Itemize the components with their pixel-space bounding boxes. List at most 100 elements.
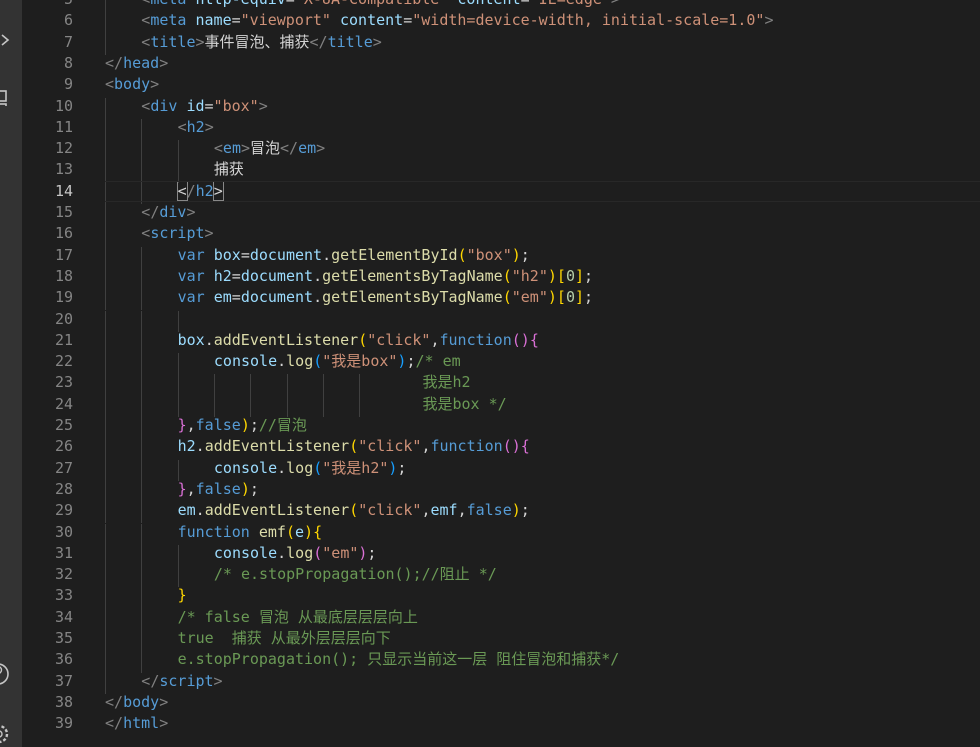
code-line[interactable]: </div> xyxy=(141,202,195,223)
code-line[interactable]: /* e.stopPropagation();//阻止 */ xyxy=(214,564,497,585)
code-token: ) xyxy=(547,288,557,307)
code-line[interactable]: <meta name="viewport" content="width=dev… xyxy=(141,10,773,31)
code-token: [ xyxy=(556,266,566,285)
code-token: document xyxy=(240,266,314,285)
code-line[interactable]: /* false 冒泡 从最底层层层向上 xyxy=(178,607,418,628)
code-token: ) xyxy=(511,501,521,520)
code-token: meta xyxy=(150,0,186,8)
code-line[interactable]: true 捕获 从最外层层层向下 xyxy=(178,628,391,649)
code-line[interactable]: },false); xyxy=(178,479,259,500)
code-token: = xyxy=(204,96,214,115)
code-token: 捕获 xyxy=(213,160,244,179)
code-line[interactable]: var h2=document.getElementsByTagName("h2… xyxy=(178,266,593,287)
code-token: > xyxy=(204,117,214,136)
current-line-highlight xyxy=(105,180,980,202)
files-icon[interactable] xyxy=(0,90,14,106)
settings-gear-icon[interactable] xyxy=(0,720,14,747)
line-number: 7 xyxy=(63,32,73,51)
code-token: 我是box */ xyxy=(395,394,507,413)
code-line[interactable]: 我是h2 xyxy=(395,372,470,393)
code-line[interactable]: function emf(e){ xyxy=(178,522,323,543)
code-token: > xyxy=(258,96,268,115)
code-token: ) xyxy=(304,522,314,541)
chevron-right-icon[interactable] xyxy=(0,33,14,49)
code-line[interactable]: </html> xyxy=(105,713,168,734)
code-line[interactable]: console.log("我是box");/* em xyxy=(214,351,461,372)
code-token: em xyxy=(222,139,241,158)
code-token: "X-UA-Compatible" xyxy=(295,0,449,8)
line-number: 22 xyxy=(54,352,73,371)
code-token: var xyxy=(177,266,205,285)
code-token: "click" xyxy=(358,501,422,520)
code-token: "IE=edge" xyxy=(530,0,611,8)
code-line[interactable]: } xyxy=(178,585,187,606)
code-editor[interactable]: <meta http-equiv="X-UA-Compatible" conte… xyxy=(105,0,980,747)
code-line[interactable]: <meta http-equiv="X-UA-Compatible" conte… xyxy=(141,0,620,10)
account-icon[interactable] xyxy=(0,660,14,688)
code-token: "em" xyxy=(511,288,548,307)
code-line[interactable]: 捕获 xyxy=(214,159,244,180)
code-line[interactable]: 我是box */ xyxy=(395,394,506,415)
code-token: /* em xyxy=(415,352,461,371)
code-line[interactable]: var em=document.getElementsByTagName("em… xyxy=(178,287,593,308)
code-token: "click" xyxy=(367,330,431,349)
code-token: , xyxy=(430,330,440,349)
code-line[interactable]: </head> xyxy=(105,53,168,74)
code-line[interactable]: <script> xyxy=(141,223,213,244)
code-token: ; xyxy=(367,543,377,562)
code-token: log xyxy=(286,458,314,477)
line-number: 39 xyxy=(54,714,73,733)
code-token: < xyxy=(141,224,151,243)
code-token: log xyxy=(286,543,314,562)
code-token: . xyxy=(204,330,214,349)
code-token: 0 xyxy=(565,288,575,307)
line-number: 30 xyxy=(54,522,73,541)
code-token: "box" xyxy=(213,96,259,115)
code-line[interactable]: em.addEventListener("click",emf,false); xyxy=(178,500,530,521)
line-number: 25 xyxy=(54,416,73,434)
code-token: . xyxy=(322,245,332,264)
code-token: div xyxy=(150,96,178,115)
line-number-gutter: 5678910111213141516171819202122232425262… xyxy=(22,0,84,747)
line-number: 38 xyxy=(54,692,73,711)
code-line[interactable]: console.log("em"); xyxy=(214,543,377,564)
code-token: < xyxy=(213,139,223,158)
line-number: 10 xyxy=(54,96,73,115)
code-line[interactable]: h2.addEventListener("click",function(){ xyxy=(178,436,530,457)
code-token: ; xyxy=(584,266,594,285)
code-line[interactable]: e.stopPropagation(); 只显示当前这一层 阻住冒泡和捕获*/ xyxy=(178,649,620,670)
code-token: addEventListener xyxy=(213,330,359,349)
code-token: h2 xyxy=(213,266,232,285)
code-line[interactable]: <body> xyxy=(105,74,159,95)
code-line[interactable]: <div id="box"> xyxy=(141,96,267,117)
line-number: 33 xyxy=(54,586,73,605)
code-line[interactable]: </body> xyxy=(105,692,168,713)
line-number: 12 xyxy=(54,139,73,158)
code-token: > xyxy=(372,32,382,51)
code-token: ; xyxy=(249,416,259,434)
code-token: > xyxy=(195,32,205,51)
code-line[interactable]: <title>事件冒泡、捕获</title> xyxy=(141,32,381,53)
code-token: title xyxy=(327,32,373,51)
code-line[interactable]: box.addEventListener("click",function(){ xyxy=(178,330,539,351)
code-line[interactable]: console.log("我是h2"); xyxy=(214,458,407,479)
code-line[interactable]: },false);//冒泡 xyxy=(178,415,307,436)
code-token: </ xyxy=(141,203,160,221)
code-token: > xyxy=(213,671,223,690)
code-token: var xyxy=(177,245,205,264)
code-token: 我是h2 xyxy=(395,373,471,392)
code-line[interactable]: var box=document.getElementById("box"); xyxy=(178,245,530,266)
code-token: 事件冒泡、捕获 xyxy=(204,32,310,51)
code-line[interactable]: <em>冒泡</em> xyxy=(214,138,325,159)
code-line[interactable]: <h2> xyxy=(178,117,214,138)
code-token: "h2" xyxy=(511,266,548,285)
line-number: 26 xyxy=(54,437,73,456)
code-token: , xyxy=(186,479,196,498)
line-number: 32 xyxy=(54,565,73,584)
code-line[interactable]: </script> xyxy=(141,671,222,692)
code-token: html xyxy=(123,714,160,733)
code-token: "em" xyxy=(322,543,359,562)
code-token: < xyxy=(105,75,115,94)
code-token: addEventListener xyxy=(204,501,350,520)
